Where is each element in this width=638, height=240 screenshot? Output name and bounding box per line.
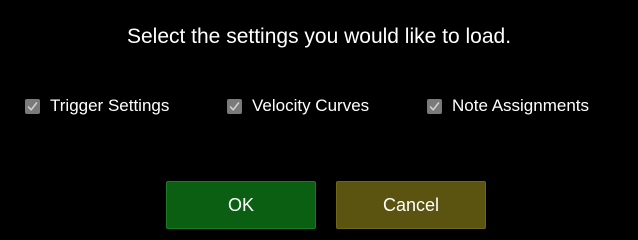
option-velocity-curves[interactable]: Velocity Curves — [227, 94, 369, 118]
checkmark-icon — [27, 101, 38, 111]
cancel-button[interactable]: Cancel — [336, 181, 486, 229]
velocity-curves-checkbox[interactable] — [227, 98, 242, 114]
note-assignments-label: Note Assignments — [452, 96, 590, 115]
trigger-settings-checkbox[interactable] — [25, 98, 40, 114]
dialog-title: Select the settings you would like to lo… — [126, 25, 512, 48]
checkmark-icon — [429, 101, 440, 111]
checkmark-icon — [229, 101, 240, 111]
settings-options: Trigger Settings Velocity Curves Note As… — [0, 94, 638, 118]
velocity-curves-label: Velocity Curves — [252, 96, 370, 115]
ok-button[interactable]: OK — [166, 181, 316, 229]
trigger-settings-label: Trigger Settings — [50, 96, 170, 115]
option-trigger-settings[interactable]: Trigger Settings — [25, 94, 169, 118]
option-note-assignments[interactable]: Note Assignments — [427, 94, 589, 118]
note-assignments-checkbox[interactable] — [427, 98, 442, 114]
load-settings-dialog: Select the settings you would like to lo… — [0, 0, 638, 240]
